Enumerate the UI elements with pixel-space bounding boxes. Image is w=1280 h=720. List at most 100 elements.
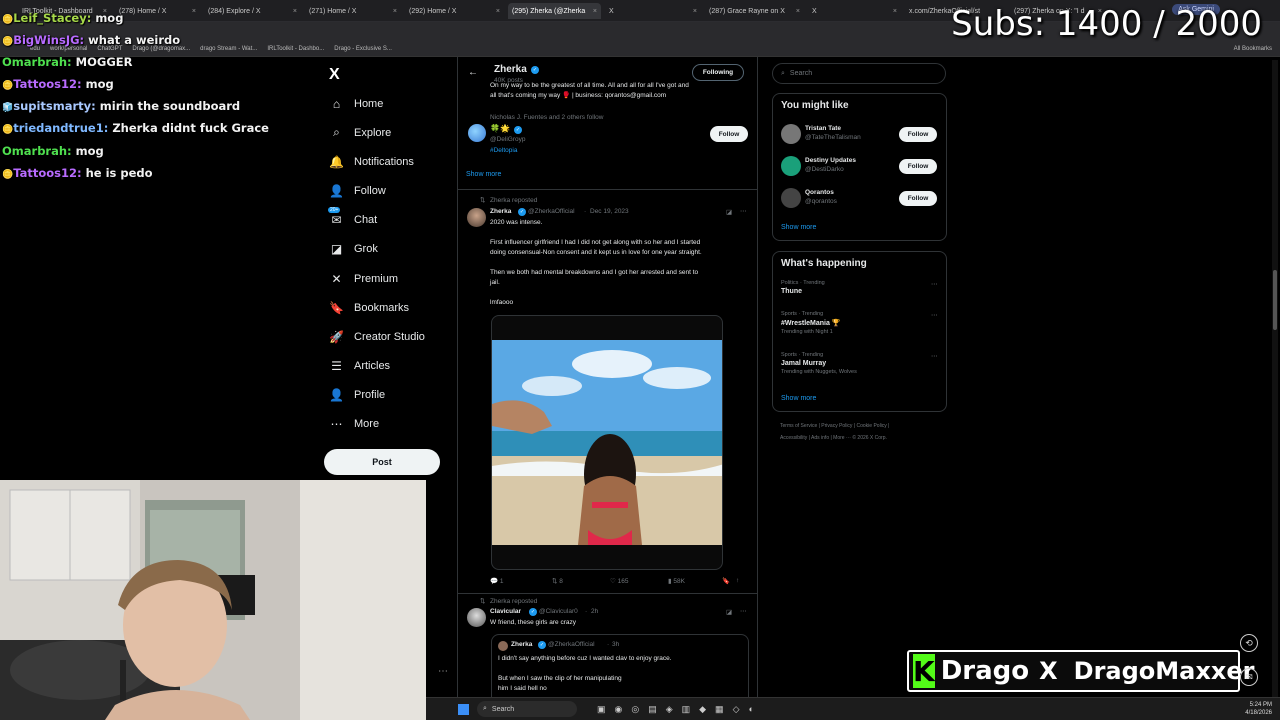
- tweet-time[interactable]: 2h: [591, 608, 598, 615]
- show-more-link[interactable]: Show more: [781, 395, 816, 402]
- messages-float-icon[interactable]: ✉: [1240, 668, 1258, 686]
- follow-button[interactable]: Follow: [899, 127, 937, 142]
- quoted-tweet[interactable]: Zherka ✓ @ZherkaOfficial · 3h I didn't s…: [491, 634, 749, 700]
- hashtag-link[interactable]: #Deltopia: [490, 147, 517, 154]
- bookmark-item[interactable]: Drago - Exclusive S...: [334, 46, 392, 52]
- all-bookmarks-button[interactable]: All Bookmarks: [1234, 46, 1272, 52]
- nav-item-more[interactable]: ⋯ More: [330, 417, 380, 431]
- avatar: [498, 641, 508, 651]
- follow-button[interactable]: Follow: [710, 126, 748, 142]
- more-options-icon[interactable]: ⋯: [740, 207, 747, 215]
- grok-float-icon[interactable]: ⟲: [1240, 634, 1258, 652]
- follow-button[interactable]: Follow: [899, 191, 937, 206]
- x-logo[interactable]: X: [329, 66, 340, 84]
- nav-item-profile[interactable]: 👤 Profile: [329, 388, 385, 402]
- nav-item-chat[interactable]: ✉ Chat 20+: [328, 207, 378, 227]
- tweet-author[interactable]: Clavicular: [490, 607, 521, 617]
- quoted-text: I didn't say anything before cuz I wante…: [498, 655, 672, 662]
- browser-tab-label: X: [812, 7, 817, 15]
- repost-button[interactable]: ⇅ 8: [552, 577, 610, 585]
- nav-item-follow[interactable]: 👤 Follow: [329, 184, 386, 198]
- trend-more-icon[interactable]: ⋯: [931, 280, 938, 288]
- browser-tab[interactable]: (295) Zherka (@Zherka ×: [508, 3, 601, 19]
- divider: [458, 593, 757, 594]
- browser-tab[interactable]: (287) Grace Rayne on X ×: [705, 3, 804, 19]
- browser-tab[interactable]: X ×: [605, 3, 701, 19]
- chat-badge-icon: 🪙: [2, 37, 14, 48]
- avatar[interactable]: [467, 608, 486, 627]
- like-button[interactable]: ♡ 165: [610, 577, 668, 585]
- trend-more-icon[interactable]: ⋯: [931, 352, 938, 360]
- more-options-icon[interactable]: ⋯: [740, 607, 747, 615]
- grok-icon[interactable]: ◪: [726, 608, 732, 616]
- nav-item-notifications[interactable]: 🔔 Notifications: [329, 155, 414, 169]
- suggestion-name[interactable]: Qorantos: [805, 188, 834, 198]
- chat-text: mirin the soundboard: [99, 99, 241, 114]
- avatar[interactable]: [468, 124, 486, 142]
- verified-icon: ✓: [514, 126, 522, 134]
- nav-item-bookmarks[interactable]: 🔖 Bookmarks: [329, 301, 409, 315]
- grok-icon[interactable]: ◪: [726, 208, 732, 216]
- post-button[interactable]: Post: [324, 449, 440, 475]
- nav-item-articles[interactable]: ☰ Articles: [330, 359, 391, 373]
- show-more-link[interactable]: Show more: [781, 224, 816, 231]
- chat-badge-icon: 🪙: [2, 169, 14, 180]
- tweet-date[interactable]: Dec 19, 2023: [590, 208, 629, 215]
- avatar[interactable]: [781, 188, 801, 208]
- suggestion-row[interactable]: Destiny Updates @DestiDarko Follow: [781, 156, 939, 178]
- show-more-link[interactable]: Show more: [466, 171, 501, 178]
- windows-start-icon[interactable]: [458, 703, 469, 715]
- footer-links[interactable]: Terms of Service | Privacy Policy | Cook…: [780, 423, 889, 429]
- nav-item-home[interactable]: ⌂ Home: [330, 97, 383, 111]
- browser-tab[interactable]: (292) Home / X ×: [405, 3, 504, 19]
- browser-tab[interactable]: X ×: [808, 3, 901, 19]
- nav-item-premium[interactable]: ✕ Premium: [330, 272, 398, 286]
- suggestion-name[interactable]: Destiny Updates: [805, 156, 856, 166]
- close-tab-icon[interactable]: ×: [393, 8, 397, 15]
- taskbar-app-icons[interactable]: ▣◉◎▤◈▥◆▦◇◐: [597, 704, 763, 715]
- trend-item[interactable]: Sports · Trending #WrestleMania 🏆 Trending…: [781, 311, 941, 341]
- nav-item-creator-studio[interactable]: 🚀 Creator Studio: [329, 330, 425, 344]
- nav-item-grok[interactable]: ◪ Grok: [330, 242, 378, 256]
- suggestion-row[interactable]: Qorantos @qorantos Follow: [781, 188, 939, 210]
- nav-item-label: Articles: [354, 359, 391, 372]
- chat-username: triedandtrue1:: [13, 121, 109, 136]
- back-arrow-icon[interactable]: ←: [468, 67, 478, 78]
- nav-item-explore[interactable]: ⌕ Explore: [330, 125, 391, 139]
- close-tab-icon[interactable]: ×: [496, 8, 500, 15]
- tweet-media[interactable]: [491, 315, 723, 570]
- taskbar-search[interactable]: ⌕ Search: [477, 701, 577, 717]
- views-button[interactable]: ▮ 58K: [668, 577, 722, 585]
- browser-tab[interactable]: (271) Home / X ×: [305, 3, 401, 19]
- tweet-author[interactable]: Zherka: [490, 207, 511, 217]
- following-button[interactable]: Following: [692, 64, 744, 81]
- follow-button[interactable]: Follow: [899, 159, 937, 174]
- browser-tab-label: (292) Home / X: [409, 7, 457, 15]
- trend-more-icon[interactable]: ⋯: [931, 311, 938, 319]
- reply-button[interactable]: 💬 1: [490, 577, 552, 585]
- timeline[interactable]: ← Zherka ✓ 40K posts Following On my way…: [457, 57, 758, 700]
- suggestion-row[interactable]: Tristan Tate @TateTheTalisman Follow: [781, 124, 939, 146]
- tweet-handle[interactable]: @Clavicular0: [539, 608, 578, 615]
- bookmark-icon[interactable]: 🔖: [722, 577, 736, 585]
- trend-item[interactable]: Politics · Trending Thune ⋯: [781, 280, 941, 310]
- scrollbar-track[interactable]: [1272, 60, 1278, 700]
- avatar[interactable]: [467, 208, 486, 227]
- search-input[interactable]: ⌕ Search: [772, 63, 946, 84]
- chat-badge: 20+: [328, 207, 341, 213]
- nav-item-label: Chat: [354, 213, 378, 226]
- close-tab-icon[interactable]: ×: [693, 8, 697, 15]
- share-icon[interactable]: ↑: [736, 577, 739, 585]
- taskbar-clock[interactable]: 5:24 PM 4/18/2026: [1245, 701, 1272, 717]
- close-tab-icon[interactable]: ×: [593, 8, 597, 15]
- avatar[interactable]: [781, 156, 801, 176]
- account-more-icon[interactable]: ⋯: [438, 666, 448, 677]
- suggestion-name[interactable]: Tristan Tate: [805, 124, 841, 134]
- tweet-handle[interactable]: @ZherkaOfficial: [528, 208, 575, 215]
- close-tab-icon[interactable]: ×: [893, 8, 897, 15]
- footer-links[interactable]: Accessibility | Ads info | More ··· © 20…: [780, 435, 887, 441]
- close-tab-icon[interactable]: ×: [796, 8, 800, 15]
- scrollbar-thumb[interactable]: [1273, 270, 1277, 330]
- avatar[interactable]: [781, 124, 801, 144]
- trend-item[interactable]: Sports · Trending Jamal Murray Trending wi…: [781, 352, 941, 382]
